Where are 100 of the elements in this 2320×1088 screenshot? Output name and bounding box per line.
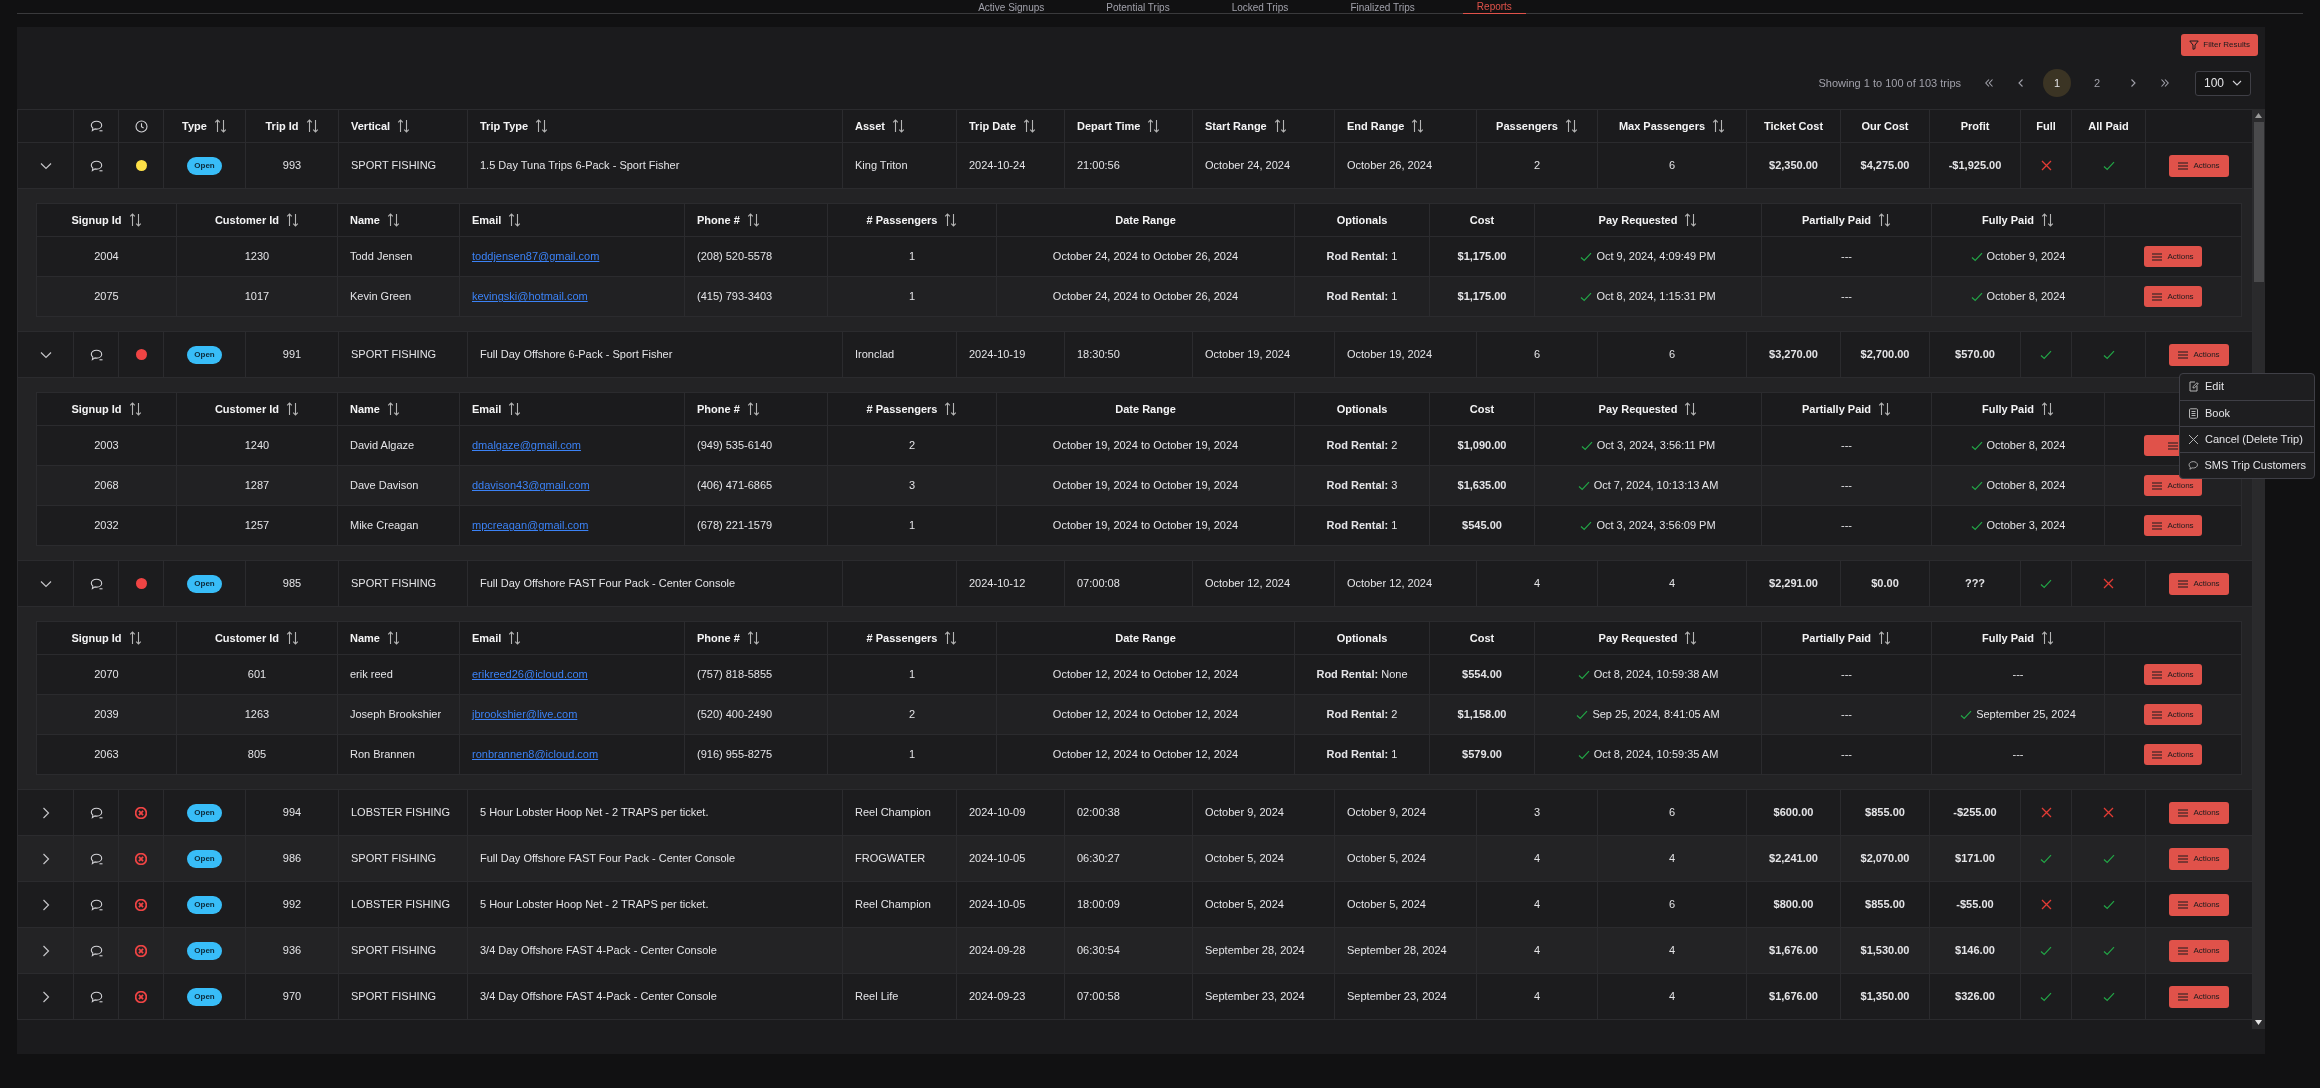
scroll-down-icon[interactable] — [2254, 1018, 2263, 1027]
sort-icon[interactable] — [1684, 213, 1698, 227]
sort-icon[interactable] — [213, 119, 227, 133]
email-link[interactable]: kevingski@hotmail.com — [472, 290, 588, 303]
page-button[interactable]: 1 — [2043, 69, 2071, 97]
page-button[interactable]: 2 — [2083, 69, 2111, 97]
scroll-up-icon[interactable] — [2254, 111, 2263, 120]
sort-icon[interactable] — [746, 631, 760, 645]
actions-button[interactable]: Actions — [2144, 664, 2202, 685]
sort-icon[interactable] — [1684, 402, 1698, 416]
tab[interactable]: Active Signups — [964, 0, 1059, 14]
sort-icon[interactable] — [1147, 119, 1161, 133]
chat-icon[interactable] — [89, 348, 103, 361]
scrollbar-thumb[interactable] — [2253, 122, 2264, 282]
sort-icon[interactable] — [1684, 631, 1698, 645]
chat-icon[interactable] — [89, 852, 103, 865]
sort-icon[interactable] — [286, 402, 300, 416]
table-cell: Reel Life — [842, 973, 957, 1020]
actions-button[interactable]: Actions — [2144, 475, 2202, 496]
sort-icon[interactable] — [508, 631, 522, 645]
chat-icon[interactable] — [89, 120, 103, 132]
chat-icon[interactable] — [89, 990, 103, 1003]
column-header: Fully Paid — [1982, 401, 2034, 417]
actions-button[interactable]: Actions — [2169, 343, 2229, 366]
sort-icon[interactable] — [508, 402, 522, 416]
sort-icon[interactable] — [1878, 631, 1892, 645]
sort-icon[interactable] — [944, 402, 958, 416]
sort-icon[interactable] — [286, 213, 300, 227]
chat-icon[interactable] — [89, 159, 103, 172]
chat-icon[interactable] — [89, 806, 103, 819]
sort-icon[interactable] — [305, 119, 319, 133]
sort-icon[interactable] — [1273, 119, 1287, 133]
chevron-right-icon[interactable] — [41, 990, 50, 1003]
tab[interactable]: Potential Trips — [1092, 0, 1184, 14]
sort-icon[interactable] — [1712, 119, 1726, 133]
sort-icon[interactable] — [535, 119, 549, 133]
actions-button[interactable]: Actions — [2169, 801, 2229, 824]
sort-icon[interactable] — [128, 402, 142, 416]
sort-icon[interactable] — [891, 119, 905, 133]
menu-item[interactable]: Edit — [2180, 373, 2314, 400]
sort-icon[interactable] — [746, 402, 760, 416]
email-link[interactable]: jbrookshier@live.com — [472, 708, 578, 721]
email-link[interactable]: dmalgaze@gmail.com — [472, 439, 581, 452]
sort-icon[interactable] — [1564, 119, 1578, 133]
sort-icon[interactable] — [2041, 402, 2054, 416]
tab[interactable]: Reports — [1462, 0, 1526, 14]
sort-icon[interactable] — [746, 213, 760, 227]
menu-item[interactable]: Cancel (Delete Trip) — [2180, 425, 2314, 452]
chevron-down-icon[interactable] — [39, 161, 52, 170]
sort-icon[interactable] — [128, 631, 142, 645]
chevron-right-icon[interactable] — [41, 806, 50, 819]
actions-button[interactable]: Actions — [2169, 939, 2229, 962]
chat-icon[interactable] — [89, 577, 103, 590]
sort-icon[interactable] — [397, 119, 411, 133]
sort-icon[interactable] — [286, 631, 300, 645]
actions-button[interactable]: Actions — [2144, 515, 2202, 536]
chat-icon[interactable] — [89, 898, 103, 911]
sort-icon[interactable] — [386, 402, 400, 416]
filter-results-button[interactable]: Filter Results — [2181, 34, 2258, 56]
chevron-right-icon[interactable] — [41, 898, 50, 911]
email-link[interactable]: ddavison43@gmail.com — [472, 479, 590, 492]
page-size-select[interactable]: 100 — [2195, 70, 2251, 96]
table-cell: $1,676.00 — [1746, 973, 1841, 1020]
sort-icon[interactable] — [386, 213, 400, 227]
chevron-down-icon[interactable] — [39, 350, 52, 359]
table-cell: 6 — [1597, 789, 1747, 836]
chevron-right-icon[interactable] — [41, 944, 50, 957]
actions-button[interactable]: Actions — [2144, 744, 2202, 765]
actions-button[interactable]: Actions — [2144, 246, 2202, 267]
tab[interactable]: Locked Trips — [1217, 0, 1303, 14]
sort-icon[interactable] — [1023, 119, 1037, 133]
actions-button[interactable]: Actions — [2169, 154, 2229, 177]
actions-button[interactable]: Actions — [2169, 847, 2229, 870]
table-cell: 6 — [1597, 142, 1747, 189]
actions-button[interactable]: Actions — [2144, 704, 2202, 725]
actions-button[interactable]: Actions — [2169, 572, 2229, 595]
chevron-right-icon[interactable] — [41, 852, 50, 865]
sort-icon[interactable] — [2041, 213, 2054, 227]
menu-item[interactable]: SMS Trip Customers — [2180, 451, 2314, 478]
tab[interactable]: Finalized Trips — [1336, 0, 1429, 14]
actions-button[interactable]: Actions — [2169, 985, 2229, 1008]
actions-button[interactable]: Actions — [2144, 286, 2202, 307]
email-link[interactable]: erikreed26@icloud.com — [472, 668, 588, 681]
email-link[interactable]: toddjensen87@gmail.com — [472, 250, 600, 263]
chat-icon[interactable] — [89, 944, 103, 957]
actions-button[interactable]: Actions — [2169, 893, 2229, 916]
email-link[interactable]: ronbrannen8@icloud.com — [472, 748, 599, 761]
sort-icon[interactable] — [1411, 119, 1425, 133]
sort-icon[interactable] — [508, 213, 522, 227]
email-link[interactable]: mpcreagan@gmail.com — [472, 519, 589, 532]
sort-icon[interactable] — [944, 213, 958, 227]
sort-icon[interactable] — [944, 631, 958, 645]
sort-icon[interactable] — [1878, 402, 1892, 416]
table-cell: 2063 — [36, 734, 177, 775]
sort-icon[interactable] — [386, 631, 400, 645]
sort-icon[interactable] — [2041, 631, 2054, 645]
chevron-down-icon[interactable] — [39, 579, 52, 588]
sort-icon[interactable] — [128, 213, 142, 227]
sort-icon[interactable] — [1878, 213, 1892, 227]
menu-item[interactable]: Book — [2180, 399, 2314, 426]
